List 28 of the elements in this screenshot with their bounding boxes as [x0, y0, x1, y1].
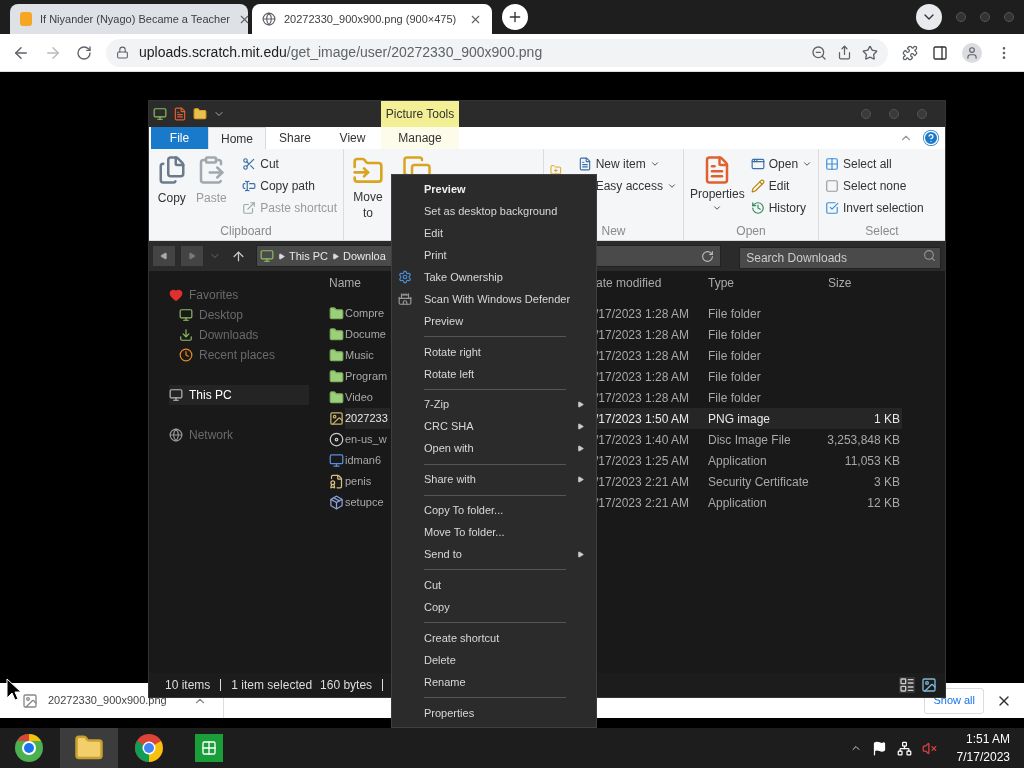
- file-size: 3 KB: [874, 473, 900, 491]
- file-type: Application: [708, 494, 768, 512]
- item-count: 10 items: [165, 677, 211, 694]
- file-type: Disc Image File: [708, 431, 792, 449]
- file-type: File folder: [708, 347, 762, 365]
- file-size: 1 KB: [874, 410, 900, 428]
- file-type: File folder: [708, 368, 762, 386]
- file-size: 12 KB: [867, 494, 900, 512]
- file-type: PNG image: [708, 408, 828, 429]
- group-label: Clipboard: [220, 223, 272, 240]
- group-label: Select: [865, 223, 899, 240]
- file-type: File folder: [708, 326, 762, 344]
- file-type: Security Certificate: [708, 473, 810, 491]
- file-type: File folder: [708, 389, 762, 407]
- contextual-tab-label: Picture Tools: [381, 101, 459, 127]
- selection-size: 160 bytes: [320, 677, 373, 694]
- group-label: Open: [736, 223, 766, 240]
- file-type: Application: [708, 452, 768, 470]
- tab-title: 20272330_900x900.png (900×475): [284, 11, 458, 27]
- tab-title: If Niyander (Nyago) Became a Teacher: [40, 11, 230, 27]
- file-type: File folder: [708, 305, 762, 323]
- file-size: 3,253,848 KB: [827, 431, 900, 449]
- file-size: 11,053 KB: [844, 452, 900, 470]
- url-text: uploads.scratch.mit.edu/get_image/user/20272330_900x900.png: [139, 43, 544, 62]
- selection-info: 1 item selected: [231, 677, 313, 694]
- clock-date: 7/17/2023: [956, 749, 1010, 766]
- clock-time: 1:51 AM: [965, 731, 1010, 748]
- group-label: New: [601, 223, 626, 240]
